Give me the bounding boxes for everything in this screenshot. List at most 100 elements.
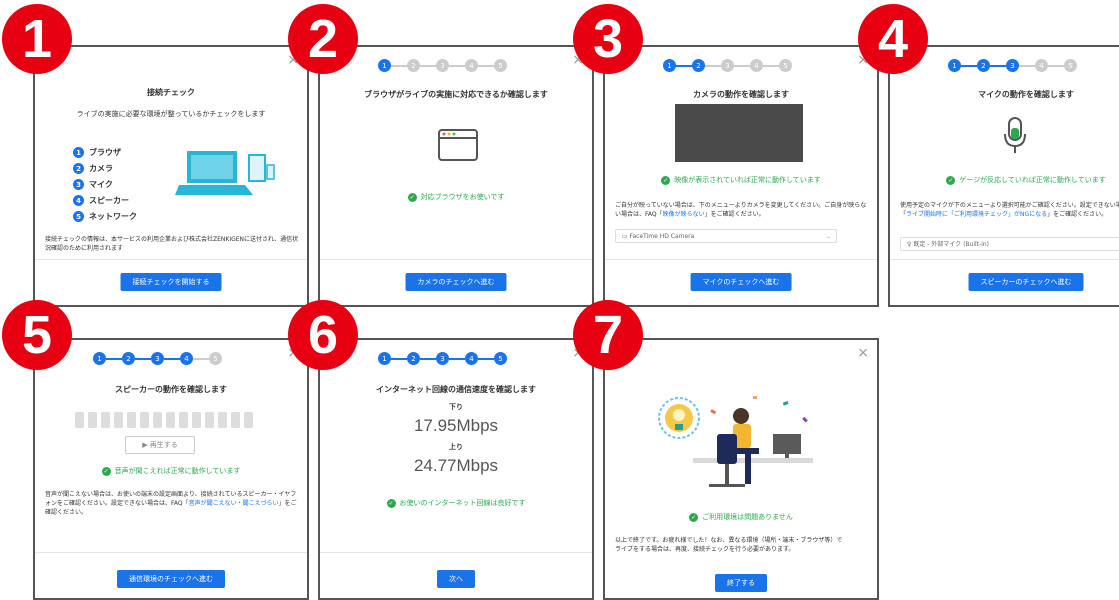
step-connector <box>449 64 465 67</box>
status-text: ゲージが反応していれば正常に動作しています <box>959 176 1106 184</box>
panel-subtitle: ライブの実施に必要な環境が整っているかチェックをします <box>76 110 266 118</box>
celebration-illustration <box>658 396 813 487</box>
step-dot: 1 <box>93 352 106 365</box>
step-connector <box>478 357 494 360</box>
volume-bar <box>166 412 175 428</box>
step-badge-7: 7 <box>573 300 643 370</box>
check-item-network: 5 ネットワーク <box>73 211 137 222</box>
check-icon: ✓ <box>407 192 417 202</box>
volume-bar <box>127 412 136 428</box>
step-dot: 4 <box>750 59 763 72</box>
camera-icon: ▭ <box>622 233 630 240</box>
step-connector <box>676 64 692 67</box>
step-dot: 4 <box>465 352 478 365</box>
check-list: 1 ブラウザ 2 カメラ 3 マイク 4 スピーカー 5 ネットワーク <box>73 147 137 227</box>
panel-title: 接続チェック <box>147 88 195 97</box>
volume-bar <box>101 412 110 428</box>
check-icon: ✓ <box>661 175 671 185</box>
step-dot: 2 <box>122 352 135 365</box>
step-indicator: 1 2 3 4 5 <box>663 59 792 72</box>
mic-select[interactable]: ♀ 既定 - 外部マイク (Built-in)⌄ <box>900 237 1119 251</box>
download-label: 下り <box>449 403 463 411</box>
faq-link[interactable]: ライブ開始時に「ご利用環境チェック」がNGになる <box>906 211 1047 218</box>
panel-footer <box>35 259 307 260</box>
step-connector <box>478 64 494 67</box>
step-dot: 3 <box>436 352 449 365</box>
step-number: 5 <box>73 211 84 222</box>
start-check-button[interactable]: 接続チェックを開始する <box>120 273 222 291</box>
panel-7-complete: × ✓ ご利用環境は問題ありません 以上で終了です。お疲れ様でした！なお、異なる環… <box>603 338 879 600</box>
step-number: 1 <box>73 147 84 158</box>
step-dot: 3 <box>436 59 449 72</box>
check-icon: ✓ <box>101 466 111 476</box>
check-item-label: ブラウザ <box>89 148 121 157</box>
step-badge-3: 3 <box>573 4 643 74</box>
volume-bar <box>75 412 84 428</box>
volume-bar <box>192 412 201 428</box>
status-text: お使いのインターネット回線は良好です <box>399 499 526 507</box>
status-text: ご利用環境は問題ありません <box>702 513 793 521</box>
step-connector <box>763 64 779 67</box>
step-badge-6: 6 <box>288 300 358 370</box>
panel-6-network-check: × 12345 インターネット回線の通信速度を確認します 下り 17.95Mbp… <box>318 338 594 600</box>
check-icon: ✓ <box>386 498 396 508</box>
step-connector <box>164 357 180 360</box>
upload-speed: 24.77Mbps <box>413 456 499 475</box>
next-button[interactable]: 次へ <box>437 570 475 588</box>
microphone-icon <box>1004 117 1026 153</box>
play-label: 再生する <box>149 441 178 449</box>
step-connector <box>705 64 721 67</box>
volume-bar <box>140 412 149 428</box>
step-dot: 2 <box>977 59 990 72</box>
go-network-check-button[interactable]: 通信環境のチェックへ進む <box>117 570 225 588</box>
step-dot: 2 <box>407 59 420 72</box>
go-speaker-check-button[interactable]: スピーカーのチェックへ進む <box>968 273 1084 291</box>
play-button[interactable]: ▶ 再生する <box>125 436 195 454</box>
step-dot: 1 <box>378 352 391 365</box>
step-indicator: 1 2 3 4 5 <box>948 59 1077 72</box>
step-number: 4 <box>73 195 84 206</box>
step-dot: 3 <box>721 59 734 72</box>
panel-footer <box>320 552 592 553</box>
step-number: 3 <box>73 179 84 190</box>
volume-bar <box>114 412 123 428</box>
step-connector <box>420 357 436 360</box>
play-icon: ▶ <box>142 441 150 449</box>
step-connector <box>449 357 465 360</box>
panel-title: マイクの動作を確認します <box>978 90 1074 99</box>
panel-footer <box>890 259 1119 260</box>
step-dot: 1 <box>378 59 391 72</box>
panel-title: インターネット回線の通信速度を確認します <box>376 385 536 394</box>
step-dot: 5 <box>209 352 222 365</box>
step-connector <box>391 64 407 67</box>
step-dot: 4 <box>465 59 478 72</box>
check-item-label: カメラ <box>89 164 113 173</box>
faq-link[interactable]: 映像が映らない <box>663 211 705 218</box>
camera-select[interactable]: ▭ FaceTime HD Camera ⌄ <box>615 229 837 243</box>
go-mic-check-button[interactable]: マイクのチェックへ進む <box>690 273 792 291</box>
faq-link[interactable]: 音声が聞こえない・聞こえづらい <box>189 500 279 507</box>
step-badge-4: 4 <box>858 4 928 74</box>
go-camera-check-button[interactable]: カメラのチェックへ進む <box>405 273 507 291</box>
panel-1-connection-check: × 接続チェック ライブの実施に必要な環境が整っているかチェックをします 1 ブラ… <box>33 45 309 307</box>
browser-window-icon <box>438 129 478 161</box>
step-dot: 3 <box>151 352 164 365</box>
finish-button[interactable]: 終了する <box>715 574 767 592</box>
check-item-camera: 2 カメラ <box>73 163 137 174</box>
step-indicator: 1 2 3 4 5 <box>378 352 507 365</box>
check-item-label: ネットワーク <box>89 212 137 221</box>
step-dot: 3 <box>1006 59 1019 72</box>
step-badge-2: 2 <box>288 4 358 74</box>
step-indicator: 1 2 3 4 5 <box>93 352 222 365</box>
close-icon[interactable]: × <box>857 346 869 360</box>
volume-bar <box>179 412 188 428</box>
chevron-down-icon: ⌄ <box>825 233 831 240</box>
speaker-help: 音声が聞こえない場合は、お使いの端末の設定画面より、接続されているスピーカー・イ… <box>45 490 299 517</box>
step-dot: 2 <box>692 59 705 72</box>
volume-bar <box>88 412 97 428</box>
check-item-label: スピーカー <box>89 196 129 205</box>
step-connector <box>1048 64 1064 67</box>
step-connector <box>193 357 209 360</box>
panel-2-browser-check: × 12345 ブラウザがライブの実施に対応できるか確認します ✓ 対応ブラウザを… <box>318 45 594 307</box>
check-icon: ✓ <box>946 175 956 185</box>
